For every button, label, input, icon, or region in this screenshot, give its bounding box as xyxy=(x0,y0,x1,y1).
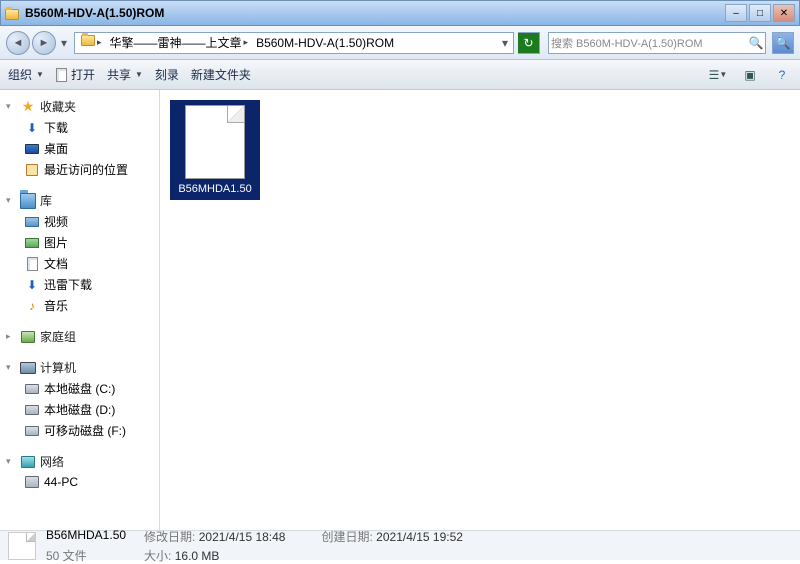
chevron-down-icon: ▾ xyxy=(6,101,16,112)
organize-menu[interactable]: 组织 ▼ xyxy=(8,66,44,83)
open-button[interactable]: 打开 xyxy=(56,66,95,83)
sidebar-item-drive-d[interactable]: 本地磁盘 (D:) xyxy=(4,399,155,420)
sidebar-item-pictures[interactable]: 图片 xyxy=(4,232,155,253)
maximize-button[interactable]: □ xyxy=(749,4,771,22)
star-icon: ★ xyxy=(20,99,36,115)
chevron-down-icon: ▾ xyxy=(6,456,16,467)
library-icon xyxy=(20,193,36,209)
sidebar-item-music[interactable]: ♪音乐 xyxy=(4,295,155,316)
title-bar: B560M-HDV-A(1.50)ROM – □ ✕ xyxy=(0,0,800,26)
computer-icon xyxy=(20,360,36,376)
address-segment-1[interactable]: 华擎——雷神——上文章 ▸ xyxy=(106,34,253,51)
sidebar-item-documents[interactable]: 文档 xyxy=(4,253,155,274)
details-pane: B56MHDA1.50 修改日期: 2021/4/15 18:48 创建日期: … xyxy=(0,530,800,560)
burn-button[interactable]: 刻录 xyxy=(155,66,179,83)
details-type: 50 文件 xyxy=(46,547,126,564)
document-icon xyxy=(56,68,67,82)
details-create-value: 2021/4/15 19:52 xyxy=(376,530,463,544)
command-bar: 组织 ▼ 打开 共享 ▼ 刻录 新建文件夹 ☰ ▼ ▣ ? xyxy=(0,60,800,90)
chevron-down-icon: ▾ xyxy=(6,195,16,206)
drive-icon xyxy=(24,402,40,418)
refresh-button[interactable]: ↻ xyxy=(518,32,540,54)
main-area: ▾ ★ 收藏夹 ⬇下载 桌面 最近访问的位置 ▾ 库 视频 图片 文档 ⬇迅雷下… xyxy=(0,90,800,530)
document-icon xyxy=(24,256,40,272)
window-controls: – □ ✕ xyxy=(725,4,795,22)
nav-arrows: ◄ ► ▾ xyxy=(6,31,70,55)
download-icon: ⬇ xyxy=(24,120,40,136)
file-item-selected[interactable]: B56MHDA1.50 xyxy=(170,100,260,200)
details-size-label: 大小: xyxy=(144,549,171,563)
new-folder-button[interactable]: 新建文件夹 xyxy=(191,66,251,83)
sidebar-libraries[interactable]: ▾ 库 xyxy=(4,190,155,211)
sidebar-item-network-pc[interactable]: 44-PC xyxy=(4,472,155,492)
network-icon xyxy=(20,454,36,470)
back-button[interactable]: ◄ xyxy=(6,31,30,55)
homegroup-icon xyxy=(20,329,36,345)
minimize-button[interactable]: – xyxy=(725,4,747,22)
sidebar-favorites[interactable]: ▾ ★ 收藏夹 xyxy=(4,96,155,117)
address-dropdown[interactable]: ▾ xyxy=(499,33,511,53)
details-mod-label: 修改日期: xyxy=(144,530,195,544)
details-create-label: 创建日期: xyxy=(321,530,372,544)
close-button[interactable]: ✕ xyxy=(773,4,795,22)
desktop-icon xyxy=(24,141,40,157)
details-mod-value: 2021/4/15 18:48 xyxy=(199,530,286,544)
breadcrumb-label: 华擎——雷神——上文章 xyxy=(110,34,242,51)
share-menu[interactable]: 共享 ▼ xyxy=(107,66,143,83)
picture-icon xyxy=(24,235,40,251)
details-size-value: 16.0 MB xyxy=(175,549,220,563)
chevron-down-icon: ▾ xyxy=(6,362,16,373)
sidebar-item-drive-f[interactable]: 可移动磁盘 (F:) xyxy=(4,420,155,441)
music-icon: ♪ xyxy=(24,298,40,314)
navigation-pane: ▾ ★ 收藏夹 ⬇下载 桌面 最近访问的位置 ▾ 库 视频 图片 文档 ⬇迅雷下… xyxy=(0,90,160,530)
sidebar-item-xunlei[interactable]: ⬇迅雷下载 xyxy=(4,274,155,295)
drive-icon xyxy=(24,423,40,439)
search-placeholder: 搜索 B560M-HDV-A(1.50)ROM xyxy=(549,35,747,51)
file-icon xyxy=(185,105,245,179)
file-list[interactable]: B56MHDA1.50 xyxy=(160,90,800,530)
search-go-button[interactable]: 🔍 xyxy=(772,32,794,54)
forward-button[interactable]: ► xyxy=(32,31,56,55)
address-root[interactable]: ▸ xyxy=(77,36,106,50)
address-bar[interactable]: ▸ 华擎——雷神——上文章 ▸ B560M-HDV-A(1.50)ROM ▾ xyxy=(74,32,514,54)
search-box[interactable]: 搜索 B560M-HDV-A(1.50)ROM 🔍 xyxy=(548,32,766,54)
address-segment-2[interactable]: B560M-HDV-A(1.50)ROM xyxy=(252,36,398,50)
sidebar-computer[interactable]: ▾ 计算机 xyxy=(4,357,155,378)
view-options-button[interactable]: ☰ ▼ xyxy=(708,65,728,85)
navigation-bar: ◄ ► ▾ ▸ 华擎——雷神——上文章 ▸ B560M-HDV-A(1.50)R… xyxy=(0,26,800,60)
breadcrumb-label: B560M-HDV-A(1.50)ROM xyxy=(256,36,394,50)
pc-icon xyxy=(24,474,40,490)
sidebar-homegroup[interactable]: ▸ 家庭组 xyxy=(4,326,155,347)
history-dropdown[interactable]: ▾ xyxy=(58,33,70,53)
sidebar-item-downloads[interactable]: ⬇下载 xyxy=(4,117,155,138)
download-icon: ⬇ xyxy=(24,277,40,293)
sidebar-item-drive-c[interactable]: 本地磁盘 (C:) xyxy=(4,378,155,399)
sidebar-network[interactable]: ▾ 网络 xyxy=(4,451,155,472)
drive-icon xyxy=(24,381,40,397)
recent-icon xyxy=(24,162,40,178)
folder-icon xyxy=(5,5,21,21)
sidebar-item-videos[interactable]: 视频 xyxy=(4,211,155,232)
sidebar-item-recent[interactable]: 最近访问的位置 xyxy=(4,159,155,180)
details-filename: B56MHDA1.50 xyxy=(46,528,126,545)
file-name: B56MHDA1.50 xyxy=(178,183,251,195)
video-icon xyxy=(24,214,40,230)
chevron-right-icon: ▸ xyxy=(6,331,16,342)
sidebar-item-desktop[interactable]: 桌面 xyxy=(4,138,155,159)
file-icon xyxy=(8,532,36,560)
preview-pane-button[interactable]: ▣ xyxy=(740,65,760,85)
help-button[interactable]: ? xyxy=(772,65,792,85)
search-icon: 🔍 xyxy=(747,34,765,52)
window-title: B560M-HDV-A(1.50)ROM xyxy=(25,6,725,20)
folder-icon xyxy=(81,36,95,50)
